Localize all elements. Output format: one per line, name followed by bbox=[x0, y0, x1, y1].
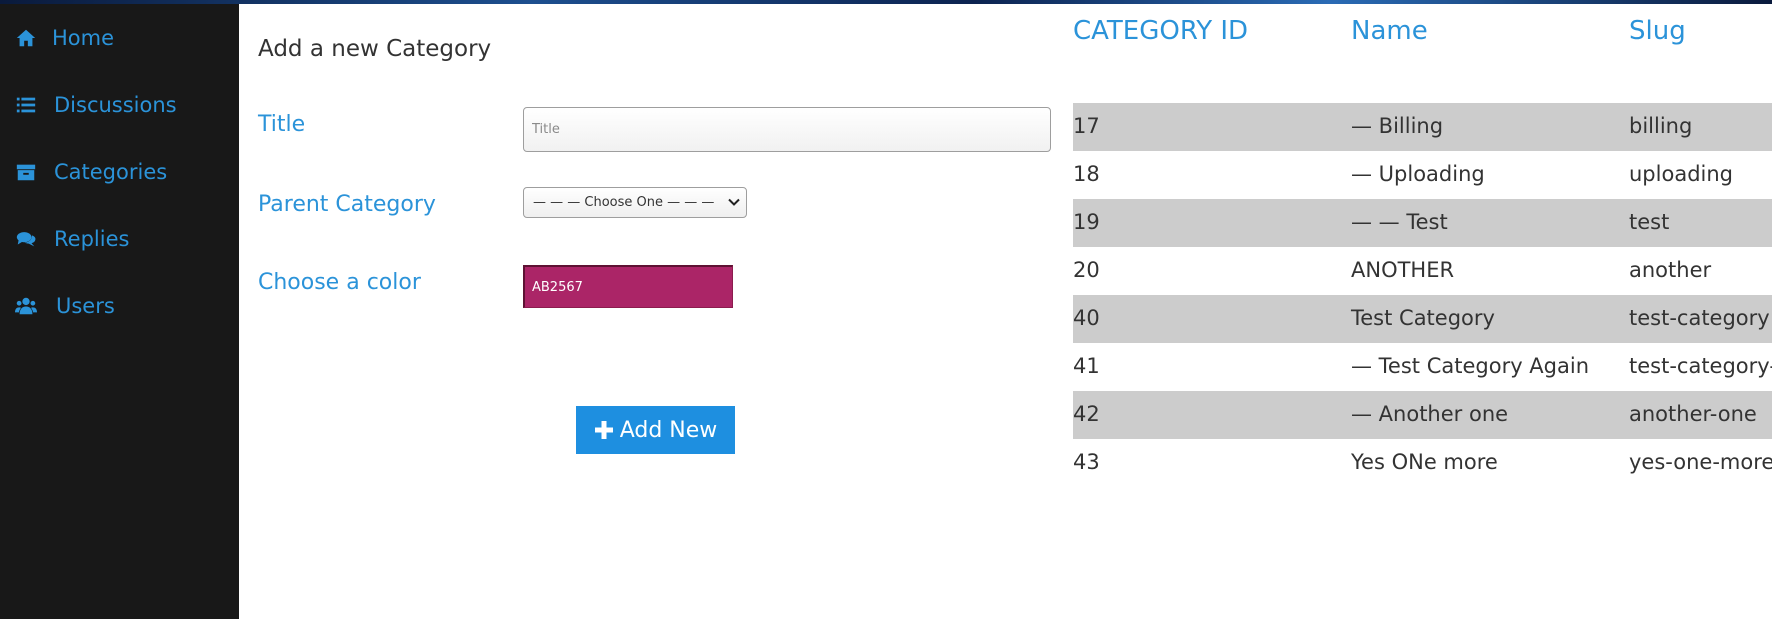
cell-name: — — Test bbox=[1351, 210, 1448, 234]
cell-id: 20 bbox=[1073, 258, 1100, 282]
add-new-label: Add New bbox=[619, 417, 718, 443]
cell-name: ANOTHER bbox=[1351, 258, 1455, 282]
users-icon bbox=[14, 294, 38, 318]
cell-id: 41 bbox=[1073, 354, 1100, 378]
sidebar-item-home[interactable]: Home bbox=[0, 18, 239, 58]
sidebar-item-users[interactable]: Users bbox=[0, 286, 239, 326]
parent-category-selected-value: — — — Choose One — — — bbox=[533, 195, 715, 210]
cell-id: 40 bbox=[1073, 306, 1100, 330]
cell-id: 17 bbox=[1073, 114, 1100, 138]
plus-icon bbox=[594, 420, 614, 440]
home-icon bbox=[14, 26, 38, 50]
color-picker-input[interactable]: AB2567 bbox=[523, 265, 733, 308]
table-row[interactable]: 43 Yes ONe more yes-one-more bbox=[1073, 439, 1772, 487]
categories-table: CATEGORY ID Name Slug 17 — Billing billi… bbox=[1073, 0, 1772, 619]
cell-slug: billing bbox=[1629, 114, 1693, 138]
table-row[interactable]: 42 — Another one another-one bbox=[1073, 391, 1772, 439]
cell-name: Test Category bbox=[1351, 306, 1495, 330]
parent-category-select[interactable]: — — — Choose One — — — bbox=[523, 187, 747, 218]
sidebar-item-label: Categories bbox=[54, 160, 168, 184]
table-row[interactable]: 18 — Uploading uploading bbox=[1073, 151, 1772, 199]
cell-slug: uploading bbox=[1629, 162, 1733, 186]
color-value: AB2567 bbox=[532, 279, 583, 295]
cell-id: 42 bbox=[1073, 402, 1100, 426]
cell-name: — Uploading bbox=[1351, 162, 1485, 186]
title-label: Title bbox=[258, 112, 306, 137]
cell-name: Yes ONe more bbox=[1351, 450, 1498, 474]
cell-slug: another-one bbox=[1629, 402, 1757, 426]
cell-name: — Billing bbox=[1351, 114, 1444, 138]
add-new-button[interactable]: Add New bbox=[576, 406, 735, 454]
cell-slug: yes-one-more bbox=[1629, 450, 1772, 474]
cell-name: — Another one bbox=[1351, 402, 1509, 426]
parent-category-label: Parent Category bbox=[258, 192, 436, 217]
color-label: Choose a color bbox=[258, 270, 421, 295]
chevron-down-icon bbox=[728, 196, 740, 210]
sidebar-item-categories[interactable]: Categories bbox=[0, 152, 239, 192]
table-row[interactable]: 17 — Billing billing bbox=[1073, 103, 1772, 151]
list-icon bbox=[14, 93, 38, 117]
sidebar-item-label: Discussions bbox=[54, 93, 177, 117]
cell-id: 19 bbox=[1073, 210, 1100, 234]
sidebar-item-label: Replies bbox=[54, 227, 130, 251]
table-row[interactable]: 41 — Test Category Again test-category- bbox=[1073, 343, 1772, 391]
table-row[interactable]: 20 ANOTHER another bbox=[1073, 247, 1772, 295]
table-row[interactable]: 19 — — Test test bbox=[1073, 199, 1772, 247]
title-input[interactable] bbox=[523, 107, 1051, 152]
cell-slug: test-category- bbox=[1629, 354, 1772, 378]
sidebar-item-discussions[interactable]: Discussions bbox=[0, 85, 239, 125]
cell-slug: another bbox=[1629, 258, 1712, 282]
form-title: Add a new Category bbox=[258, 36, 492, 62]
sidebar-item-label: Home bbox=[52, 26, 115, 50]
cell-name: — Test Category Again bbox=[1351, 354, 1590, 378]
column-header-name: Name bbox=[1351, 16, 1428, 46]
sidebar-item-label: Users bbox=[56, 294, 115, 318]
column-header-slug: Slug bbox=[1629, 16, 1686, 46]
cell-id: 18 bbox=[1073, 162, 1100, 186]
archive-icon bbox=[14, 160, 38, 184]
cell-id: 43 bbox=[1073, 450, 1100, 474]
cell-slug: test-category bbox=[1629, 306, 1770, 330]
cell-slug: test bbox=[1629, 210, 1670, 234]
table-row[interactable]: 40 Test Category test-category bbox=[1073, 295, 1772, 343]
sidebar: Home Discussions Categories Replies User… bbox=[0, 4, 239, 619]
sidebar-item-replies[interactable]: Replies bbox=[0, 219, 239, 259]
column-header-category-id: CATEGORY ID bbox=[1073, 16, 1249, 46]
comments-icon bbox=[14, 227, 38, 251]
